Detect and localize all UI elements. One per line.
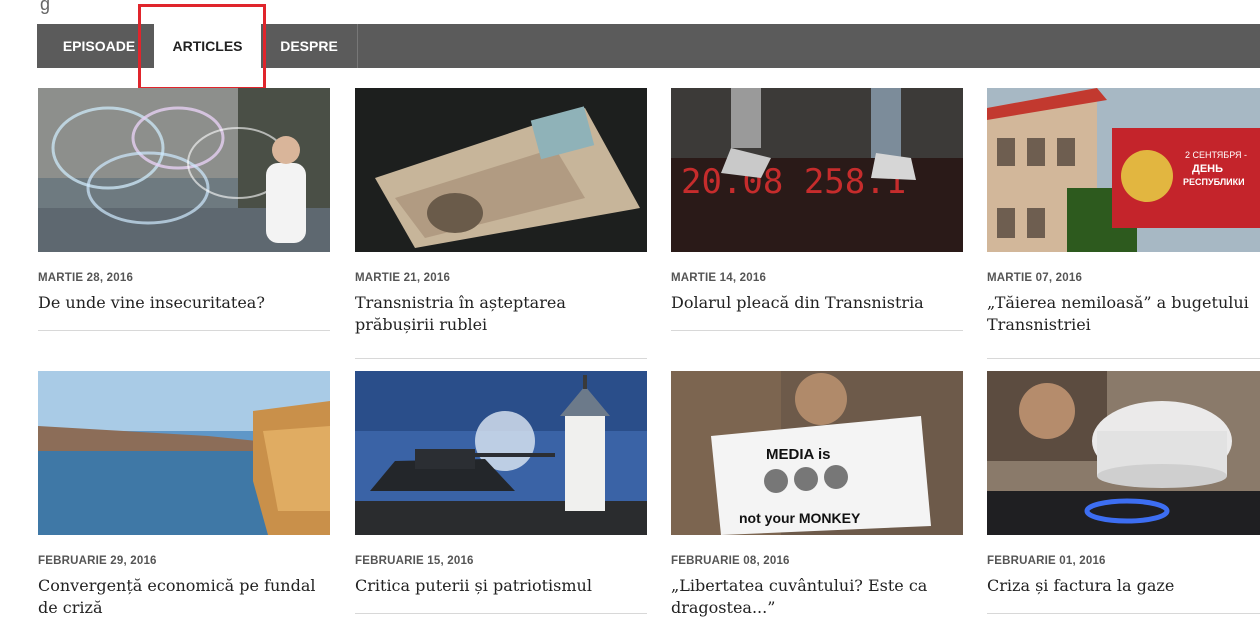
divider xyxy=(671,330,963,331)
article-thumbnail[interactable]: 2 СЕНТЯБРЯ - ДЕНЬ РЕСПУБЛИКИ xyxy=(987,88,1260,252)
article-title[interactable]: Dolarul pleacă din Transnistria xyxy=(671,292,963,314)
article-date: FEBRUARIE 29, 2016 xyxy=(38,555,157,567)
nav-divider xyxy=(357,24,358,68)
article-title[interactable]: „Tăierea nemiloasă” a bugetului Transnis… xyxy=(987,292,1260,336)
articles-tab-highlight xyxy=(138,4,266,90)
gas-stove-photo xyxy=(987,371,1260,535)
svg-text:ДЕНЬ: ДЕНЬ xyxy=(1192,163,1223,175)
article-thumbnail[interactable] xyxy=(987,371,1260,535)
billboard-photo: 2 СЕНТЯБРЯ - ДЕНЬ РЕСПУБЛИКИ xyxy=(987,88,1260,252)
svg-text:not your MONKEY: not your MONKEY xyxy=(739,510,861,526)
article-date: MARTIE 14, 2016 xyxy=(671,272,767,284)
protest-poster-photo: MEDIA is not your MONKEY xyxy=(671,371,963,535)
svg-text:20.08 258.1: 20.08 258.1 xyxy=(681,162,906,202)
svg-text:РЕСПУБЛИКИ: РЕСПУБЛИКИ xyxy=(1183,177,1245,187)
divider xyxy=(355,358,647,359)
article-thumbnail[interactable] xyxy=(38,371,330,535)
article-title[interactable]: De unde vine insecuritatea? xyxy=(38,292,330,314)
banknote-photo xyxy=(355,88,647,252)
svg-text:2 СЕНТЯБРЯ -: 2 СЕНТЯБРЯ - xyxy=(1185,150,1247,160)
article-title[interactable]: Criza și factura la gaze xyxy=(987,575,1260,597)
svg-text:MEDIA is: MEDIA is xyxy=(766,446,830,463)
divider xyxy=(987,613,1260,614)
bubbles-photo xyxy=(38,88,330,252)
article-title[interactable]: „Libertatea cuvântului? Este ca dragoste… xyxy=(671,575,963,619)
article-date: FEBRUARIE 08, 2016 xyxy=(671,555,790,567)
logo-fragment: g xyxy=(40,0,51,14)
article-thumbnail[interactable] xyxy=(355,88,647,252)
article-thumbnail[interactable] xyxy=(38,88,330,252)
article-thumbnail[interactable]: 20.08 258.1 xyxy=(671,88,963,252)
exchange-board-photo: 20.08 258.1 xyxy=(671,88,963,252)
article-date: MARTIE 07, 2016 xyxy=(987,272,1083,284)
divider xyxy=(355,613,647,614)
article-date: MARTIE 28, 2016 xyxy=(38,272,134,284)
divider xyxy=(987,358,1260,359)
article-title[interactable]: Convergență economică pe fundal de criză xyxy=(38,575,330,619)
divider xyxy=(38,330,330,331)
article-title[interactable]: Critica puterii și patriotismul xyxy=(355,575,647,597)
article-date: FEBRUARIE 01, 2016 xyxy=(987,555,1106,567)
article-thumbnail[interactable]: MEDIA is not your MONKEY xyxy=(671,371,963,535)
article-thumbnail[interactable] xyxy=(355,371,647,535)
article-date: FEBRUARIE 15, 2016 xyxy=(355,555,474,567)
river-photo xyxy=(38,371,330,535)
tab-despre[interactable]: DESPRE xyxy=(261,24,357,68)
tank-chapel-photo xyxy=(355,371,647,535)
article-title[interactable]: Transnistria în așteptarea prăbușirii ru… xyxy=(355,292,647,336)
article-date: MARTIE 21, 2016 xyxy=(355,272,451,284)
